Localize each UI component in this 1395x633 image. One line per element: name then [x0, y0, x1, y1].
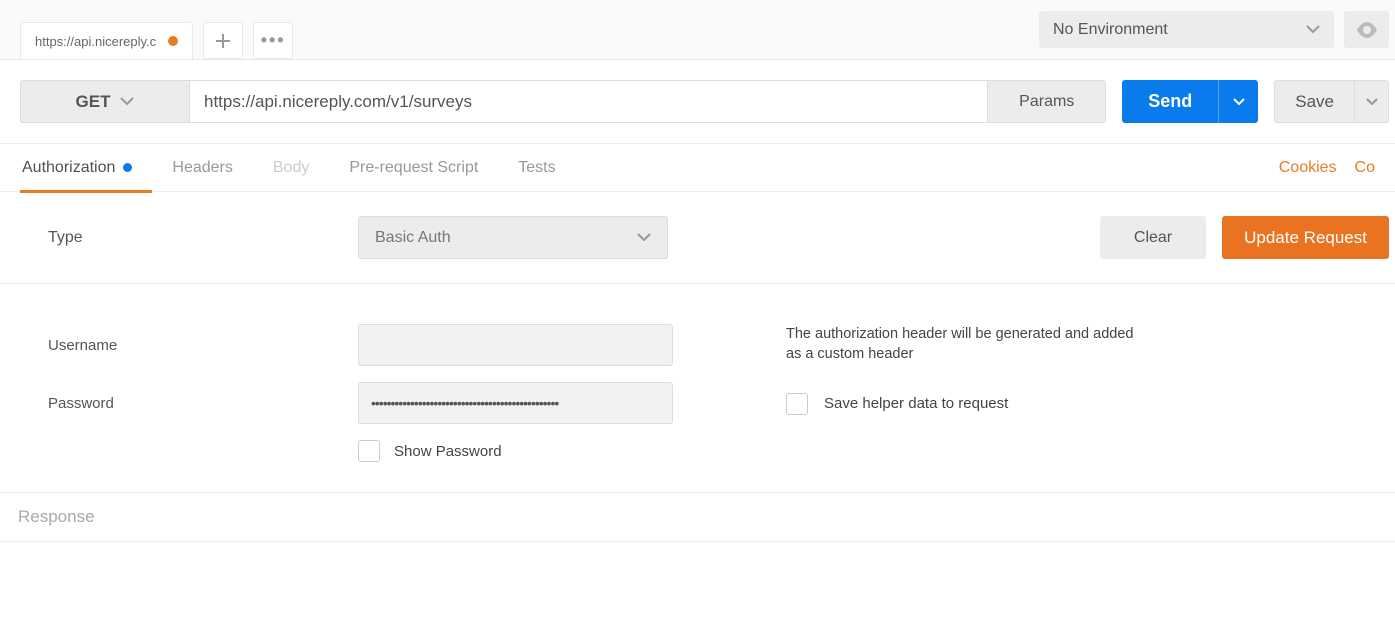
chevron-down-icon: [1233, 98, 1245, 106]
chevron-down-icon: [1306, 25, 1320, 34]
show-password-checkbox[interactable]: [358, 440, 380, 462]
password-label: Password: [48, 395, 358, 412]
clear-button[interactable]: Clear: [1100, 216, 1206, 259]
save-dropdown-button[interactable]: [1355, 80, 1389, 123]
show-password-label: Show Password: [394, 443, 502, 460]
request-url-input[interactable]: [190, 80, 988, 123]
response-title: Response: [18, 507, 95, 526]
password-row: Password: [48, 382, 728, 424]
request-tabs-area: https://api.nicereply.c •••: [0, 0, 1039, 59]
params-button[interactable]: Params: [988, 80, 1106, 123]
save-button[interactable]: Save: [1274, 80, 1355, 123]
top-bar: https://api.nicereply.c ••• No Environme…: [0, 0, 1395, 60]
response-section-header: Response: [0, 493, 1395, 542]
new-tab-button[interactable]: [203, 22, 243, 59]
request-subtabs-row: Authorization Headers Body Pre-request S…: [0, 144, 1395, 192]
environment-selected-label: No Environment: [1053, 21, 1168, 39]
chevron-down-icon: [120, 97, 134, 106]
send-button[interactable]: Send: [1122, 80, 1218, 123]
username-row: Username: [48, 324, 728, 366]
tab-body: Body: [253, 144, 329, 192]
save-helper-row: Save helper data to request: [786, 393, 1389, 415]
auth-actions: Clear Update Request: [1100, 216, 1389, 259]
ellipsis-icon: •••: [261, 30, 286, 51]
show-password-row: Show Password: [358, 440, 728, 462]
update-request-button[interactable]: Update Request: [1222, 216, 1389, 259]
tab-headers[interactable]: Headers: [152, 144, 252, 192]
environment-select[interactable]: No Environment: [1039, 11, 1334, 48]
auth-body: Username Password Show Password The auth…: [0, 284, 1395, 493]
eye-icon: [1356, 22, 1378, 38]
chevron-down-icon: [1366, 98, 1378, 106]
tab-label: Authorization: [22, 159, 115, 177]
environment-preview-button[interactable]: [1344, 11, 1389, 48]
plus-icon: [216, 34, 230, 48]
request-tab-active[interactable]: https://api.nicereply.c: [20, 22, 193, 59]
modified-dot-icon: [123, 163, 132, 172]
username-label: Username: [48, 337, 358, 354]
auth-type-selected: Basic Auth: [375, 229, 451, 247]
http-method-select[interactable]: GET: [20, 80, 190, 123]
save-button-group: Save: [1274, 80, 1389, 123]
tab-tests[interactable]: Tests: [498, 144, 575, 192]
tab-overflow-button[interactable]: •••: [253, 22, 293, 59]
auth-type-row: Type Basic Auth Clear Update Request: [0, 192, 1395, 284]
tab-authorization[interactable]: Authorization: [20, 144, 152, 192]
tab-title: https://api.nicereply.c: [35, 34, 156, 49]
auth-info-column: The authorization header will be generat…: [728, 324, 1389, 462]
send-button-group: Send: [1122, 80, 1258, 123]
http-method-label: GET: [76, 92, 111, 112]
auth-type-select[interactable]: Basic Auth: [358, 216, 668, 259]
code-link[interactable]: Co: [1355, 159, 1375, 177]
password-input[interactable]: [358, 382, 673, 424]
auth-info-text: The authorization header will be generat…: [786, 324, 1146, 365]
username-input[interactable]: [358, 324, 673, 366]
request-builder-row: GET Params Send Save: [0, 60, 1395, 144]
save-helper-checkbox[interactable]: [786, 393, 808, 415]
unsaved-dot-icon: [168, 36, 178, 46]
tab-pre-request-script[interactable]: Pre-request Script: [329, 144, 498, 192]
auth-fields-column: Username Password Show Password: [48, 324, 728, 462]
auth-type-label: Type: [48, 229, 358, 247]
save-helper-label: Save helper data to request: [824, 395, 1008, 412]
chevron-down-icon: [637, 233, 651, 242]
environment-area: No Environment: [1039, 11, 1395, 48]
send-dropdown-button[interactable]: [1218, 80, 1258, 123]
request-right-links: Cookies Co: [1279, 159, 1375, 177]
cookies-link[interactable]: Cookies: [1279, 159, 1337, 177]
